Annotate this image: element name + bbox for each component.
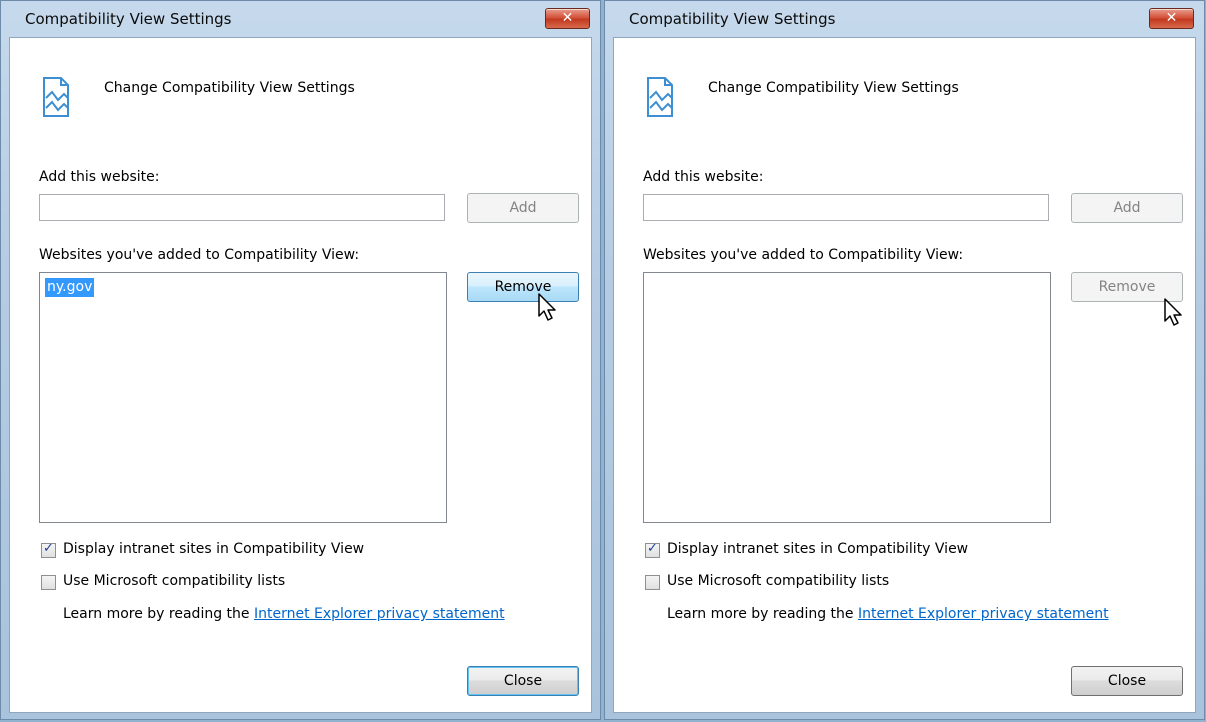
learn-more-text: Learn more by reading the bbox=[667, 606, 858, 622]
checkmark-icon: ✓ bbox=[43, 541, 54, 556]
window-close-button[interactable]: ✕ bbox=[1149, 8, 1194, 29]
intranet-checkbox-label[interactable]: Display intranet sites in Compatibility … bbox=[63, 541, 364, 557]
dialog-client-area: Change Compatibility View Settings Add t… bbox=[613, 37, 1196, 713]
close-button[interactable]: Close bbox=[467, 666, 579, 696]
intranet-checkbox[interactable]: ✓ bbox=[645, 541, 660, 558]
dialog-client-area: Change Compatibility View Settings Add t… bbox=[9, 37, 592, 713]
ms-lists-checkbox-label[interactable]: Use Microsoft compatibility lists bbox=[667, 573, 889, 589]
checkmark-icon: ✓ bbox=[647, 541, 658, 556]
compat-dialog-right: Compatibility View Settings ✕ Change Com… bbox=[604, 0, 1205, 720]
ms-lists-checkbox[interactable] bbox=[645, 575, 660, 590]
window-close-button[interactable]: ✕ bbox=[545, 8, 590, 29]
remove-button[interactable]: Remove bbox=[467, 272, 579, 302]
add-website-label: Add this website: bbox=[39, 169, 160, 185]
window-title: Compatibility View Settings bbox=[629, 10, 836, 28]
add-website-label: Add this website: bbox=[643, 169, 764, 185]
privacy-statement-link[interactable]: Internet Explorer privacy statement bbox=[858, 606, 1109, 622]
close-button[interactable]: Close bbox=[1071, 666, 1183, 696]
learn-more-text: Learn more by reading the bbox=[63, 606, 254, 622]
dialog-heading: Change Compatibility View Settings bbox=[708, 80, 959, 96]
list-item[interactable]: ny.gov bbox=[45, 278, 95, 297]
intranet-checkbox-label[interactable]: Display intranet sites in Compatibility … bbox=[667, 541, 968, 557]
add-website-input[interactable] bbox=[643, 194, 1049, 221]
websites-list-label: Websites you've added to Compatibility V… bbox=[39, 247, 360, 263]
add-website-input[interactable] bbox=[39, 194, 445, 221]
add-button[interactable]: Add bbox=[1071, 193, 1183, 223]
title-bar[interactable]: Compatibility View Settings ✕ bbox=[605, 1, 1204, 37]
ms-lists-checkbox[interactable] bbox=[41, 575, 56, 590]
compat-dialog-left: Compatibility View Settings ✕ Change Com… bbox=[0, 0, 601, 720]
add-button[interactable]: Add bbox=[467, 193, 579, 223]
intranet-checkbox[interactable]: ✓ bbox=[41, 541, 56, 558]
mouse-pointer-icon bbox=[538, 293, 556, 321]
websites-listbox[interactable] bbox=[643, 272, 1051, 523]
dialog-heading: Change Compatibility View Settings bbox=[104, 80, 355, 96]
privacy-statement-link[interactable]: Internet Explorer privacy statement bbox=[254, 606, 505, 622]
privacy-learn-more: Learn more by reading the Internet Explo… bbox=[63, 606, 505, 622]
websites-list-label: Websites you've added to Compatibility V… bbox=[643, 247, 964, 263]
compatibility-view-icon bbox=[43, 77, 69, 117]
privacy-learn-more: Learn more by reading the Internet Explo… bbox=[667, 606, 1109, 622]
websites-listbox[interactable]: ny.gov bbox=[39, 272, 447, 523]
title-bar[interactable]: Compatibility View Settings ✕ bbox=[1, 1, 600, 37]
ms-lists-checkbox-label[interactable]: Use Microsoft compatibility lists bbox=[63, 573, 285, 589]
mouse-pointer-icon bbox=[1164, 298, 1182, 326]
window-title: Compatibility View Settings bbox=[25, 10, 232, 28]
compatibility-view-icon bbox=[647, 77, 673, 117]
